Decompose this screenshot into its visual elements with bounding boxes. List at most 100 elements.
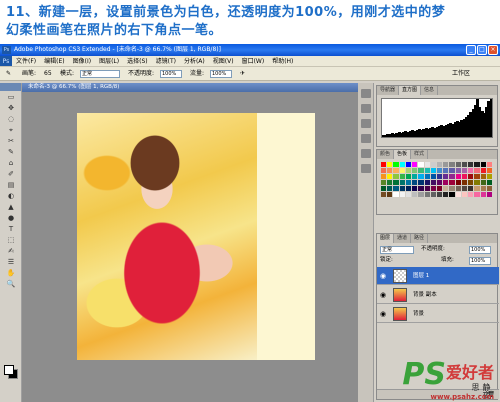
lasso-tool-icon[interactable]: ◌ [2, 114, 20, 124]
healing-tool-icon[interactable]: ✎ [2, 147, 20, 157]
menu-layer[interactable]: 图层(L) [95, 56, 123, 66]
quick-select-tool-icon[interactable]: ⌖ [2, 125, 20, 135]
lock-row: 锁定: 填充: 100% [377, 255, 499, 266]
layer-row-background[interactable]: ◉ 背景 [377, 305, 499, 323]
menu-image[interactable]: 图像(I) [69, 56, 95, 66]
caption-line-1: 11、新建一层，设置前景色为白色，还透明度为100%，用刚才选中的梦 [6, 5, 446, 20]
tab-swatches[interactable]: 色板 [394, 150, 412, 159]
menu-filter[interactable]: 滤镜(T) [152, 56, 180, 66]
photoshop-logo-icon: Ps [2, 46, 11, 54]
eye-icon[interactable]: ◉ [380, 291, 388, 299]
close-button[interactable]: × [488, 45, 498, 55]
menu-file[interactable]: 文件(F) [12, 56, 40, 66]
menu-window[interactable]: 窗口(W) [238, 56, 269, 66]
flow-input[interactable]: 100% [210, 70, 232, 78]
minimize-button[interactable]: _ [466, 45, 476, 55]
right-panels: 导航器 直方图 信息 颜色 色板 样式 图层 通道 路径 正常 不透明度: 10… [358, 83, 500, 402]
brush-label: 画笔: [22, 70, 37, 77]
fill-label: 填充: [441, 257, 454, 263]
caption-line-2: 幻柔性画笔在照片的右下角点一笔。 [6, 23, 223, 38]
panel-icon-strip [358, 83, 374, 402]
layer-opacity-label: 不透明度: [421, 246, 445, 252]
zoom-tool-icon[interactable]: 🔍 [2, 279, 20, 289]
window-controls: _ □ × [466, 45, 498, 55]
mode-label: 模式: [60, 70, 75, 77]
eye-icon[interactable]: ◉ [380, 272, 388, 280]
watermark-ps: PS [402, 357, 446, 392]
color-swatch[interactable] [486, 192, 493, 198]
menu-select[interactable]: 选择(S) [123, 56, 152, 66]
brush-tool-icon[interactable]: ✎ [6, 69, 11, 79]
opacity-label: 不透明度: [128, 70, 155, 77]
layer-opacity-input[interactable]: 100% [469, 246, 491, 254]
swatches-panel-tabs: 颜色 色板 样式 [377, 150, 497, 159]
histogram-bar [491, 99, 492, 137]
toolbox-header [0, 83, 21, 91]
hand-tool-icon[interactable]: ✋ [2, 268, 20, 278]
workspace-button[interactable]: 工作区 [452, 69, 470, 79]
tool-presets-icon[interactable] [361, 149, 371, 158]
document-tab[interactable]: 未命名-3 @ 66.7% (图层 1, RGB/8) [22, 83, 358, 92]
brush-size[interactable]: 65 [44, 69, 52, 79]
swatch-grid [381, 162, 493, 210]
watermark: PS爱好者 www.psahz.com [402, 357, 494, 401]
blend-row: 正常 不透明度: 100% [377, 244, 499, 255]
clone-source-icon[interactable] [361, 134, 371, 143]
toolbox: ▭ ✥ ◌ ⌖ ✂ ✎ ⌂ ✐ ▤ ◐ ▲ ● T ⬚ ✍ ☰ ✋ 🔍 [0, 83, 22, 402]
foreground-color-swatch[interactable] [4, 365, 14, 375]
menu-analysis[interactable]: 分析(A) [180, 56, 209, 66]
tab-histogram[interactable]: 直方图 [399, 86, 422, 95]
tab-layers[interactable]: 图层 [377, 234, 395, 243]
menu-bar: Ps 文件(F) 编辑(E) 图像(I) 图层(L) 选择(S) 滤镜(T) 分… [0, 56, 500, 67]
window-title: Adobe Photoshop CS3 Extended - [未命名-3 @ … [14, 46, 221, 53]
move-tool-icon[interactable]: ✥ [2, 103, 20, 113]
tab-channels[interactable]: 通道 [394, 234, 412, 243]
menu-help[interactable]: 帮助(H) [268, 56, 297, 66]
blend-mode-select[interactable]: 正常 [380, 246, 414, 254]
airbrush-icon[interactable]: ✈ [240, 69, 245, 79]
marquee-tool-icon[interactable]: ▭ [2, 92, 20, 102]
opacity-input[interactable]: 100% [160, 70, 182, 78]
swatches-panel: 颜色 色板 样式 [376, 149, 498, 215]
document-area: 未命名-3 @ 66.7% (图层 1, RGB/8) [22, 83, 358, 402]
tab-styles[interactable]: 样式 [411, 150, 429, 159]
type-tool-icon[interactable]: T [2, 224, 20, 234]
history-icon[interactable] [361, 89, 371, 98]
histogram-panel: 导航器 直方图 信息 [376, 85, 498, 147]
ps-menu-icon[interactable]: Ps [0, 56, 12, 66]
histogram-graph [381, 98, 493, 138]
shape-tool-icon[interactable]: ⬚ [2, 235, 20, 245]
dodge-tool-icon[interactable]: ▲ [2, 202, 20, 212]
tab-navigator[interactable]: 导航器 [377, 86, 400, 95]
layer-row-background-copy[interactable]: ◉ 背景 副本 [377, 286, 499, 304]
menu-view[interactable]: 视图(V) [209, 56, 238, 66]
actions-icon[interactable] [361, 104, 371, 113]
blur-tool-icon[interactable]: ● [2, 213, 20, 223]
menu-edit[interactable]: 编辑(E) [40, 56, 68, 66]
crop-tool-icon[interactable]: ✂ [2, 136, 20, 146]
eraser-tool-icon[interactable]: ▤ [2, 180, 20, 190]
mode-select[interactable]: 正常 [80, 70, 120, 78]
layer-comps-icon[interactable] [361, 164, 371, 173]
layer-thumbnail [393, 288, 407, 302]
tab-info[interactable]: 信息 [421, 86, 439, 95]
title-bar: Ps Adobe Photoshop CS3 Extended - [未命名-3… [0, 44, 500, 56]
eye-icon[interactable]: ◉ [380, 310, 388, 318]
gradient-tool-icon[interactable]: ◐ [2, 191, 20, 201]
pen-tool-icon[interactable]: ✍ [2, 246, 20, 256]
layer-name: 背景 副本 [413, 292, 437, 298]
fill-input[interactable]: 100% [469, 257, 491, 265]
layer-row-layer1[interactable]: ◉ 图层 1 [377, 267, 499, 285]
stamp-tool-icon[interactable]: ⌂ [2, 158, 20, 168]
flow-label: 流量: [190, 70, 205, 77]
brush-tool-icon[interactable]: ✐ [2, 169, 20, 179]
brushes-icon[interactable] [361, 119, 371, 128]
layer-name: 图层 1 [413, 273, 430, 279]
notes-tool-icon[interactable]: ☰ [2, 257, 20, 267]
canvas-photo[interactable] [77, 113, 259, 360]
watermark-url: www.psahz.com [430, 393, 494, 401]
maximize-button[interactable]: □ [477, 45, 487, 55]
canvas-white-layer-area[interactable] [257, 113, 315, 360]
tab-color[interactable]: 颜色 [377, 150, 395, 159]
tab-paths[interactable]: 路径 [411, 234, 429, 243]
